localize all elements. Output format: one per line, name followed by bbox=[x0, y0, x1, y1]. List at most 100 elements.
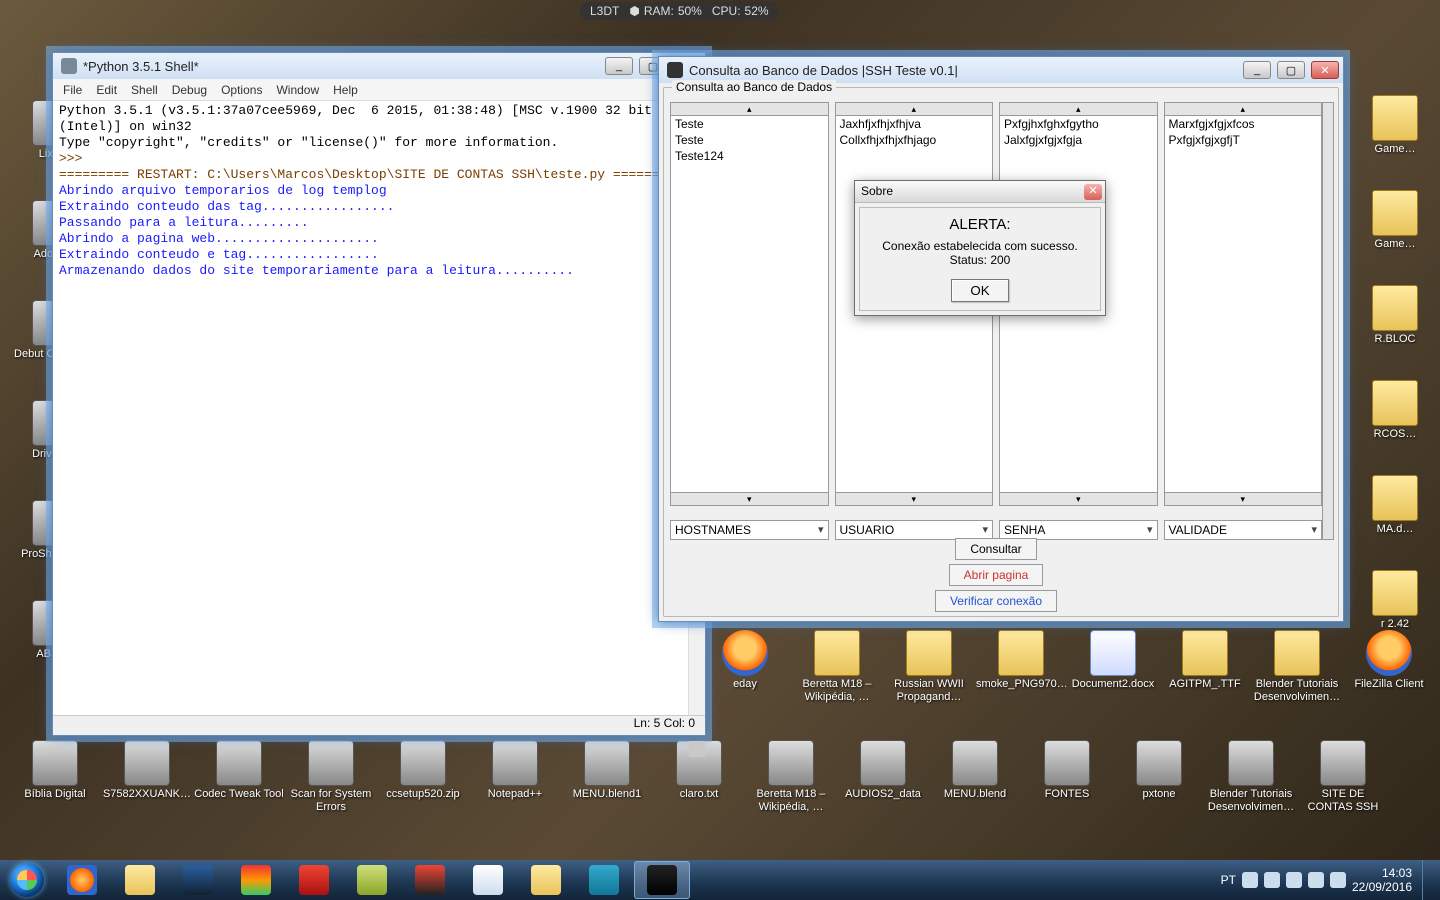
taskbar-item-explorer[interactable] bbox=[112, 861, 168, 899]
list-item[interactable]: Jalxfgjxfgjxfgja bbox=[1000, 132, 1157, 148]
desktop-icon[interactable]: S7582XXUANK… bbox=[102, 740, 192, 801]
list-item[interactable]: Teste bbox=[671, 132, 828, 148]
taskbar-item-app1[interactable] bbox=[402, 861, 458, 899]
scroll-down-icon[interactable]: ▾ bbox=[999, 492, 1158, 506]
taskbar-item-filezilla[interactable] bbox=[286, 861, 342, 899]
desktop-icon[interactable]: Beretta M18 – Wikipédia, … bbox=[792, 630, 882, 704]
desktop-icon[interactable]: Game… bbox=[1350, 190, 1440, 251]
list-item[interactable]: PxfgjxfgjxgfjT bbox=[1165, 132, 1322, 148]
desktop-icon[interactable]: R.BLOC bbox=[1350, 285, 1440, 346]
menu-help[interactable]: Help bbox=[333, 83, 358, 97]
list-item[interactable]: Marxfgjxfgjxfcos bbox=[1165, 116, 1322, 132]
desktop-icon[interactable]: Game… bbox=[1350, 95, 1440, 156]
ram-chip: ⬢ RAM: 50% bbox=[629, 4, 702, 18]
hostnames-list[interactable]: TesteTesteTeste124 bbox=[670, 116, 829, 492]
taskbar-item-telegram[interactable] bbox=[576, 861, 632, 899]
minimize-button[interactable]: _ bbox=[605, 57, 633, 75]
menu-window[interactable]: Window bbox=[276, 83, 319, 97]
system-tray[interactable]: PT 14:03 22/09/2016 bbox=[1213, 860, 1440, 900]
tray-icon[interactable] bbox=[1308, 872, 1324, 888]
ok-button[interactable]: OK bbox=[951, 279, 1008, 302]
tray-icon[interactable] bbox=[1242, 872, 1258, 888]
list-item[interactable]: Teste bbox=[671, 116, 828, 132]
maximize-button[interactable]: ▢ bbox=[1277, 61, 1305, 79]
scroll-down-icon[interactable]: ▾ bbox=[670, 492, 829, 506]
desktop-icon[interactable]: Bíblia Digital bbox=[10, 740, 100, 801]
list-item[interactable]: Pxfgjhxfghxfgytho bbox=[1000, 116, 1157, 132]
taskbar-item-pyidle[interactable] bbox=[460, 861, 516, 899]
desktop-icon[interactable]: AGITPM_.TTF bbox=[1160, 630, 1250, 691]
combo-validade[interactable]: VALIDADE bbox=[1164, 520, 1323, 540]
taskbar[interactable]: PT 14:03 22/09/2016 bbox=[0, 860, 1440, 900]
abrir-pagina-button[interactable]: Abrir pagina bbox=[949, 564, 1044, 586]
desktop-icon[interactable]: MENU.blend bbox=[930, 740, 1020, 801]
desktop-icon[interactable]: r 2.42 bbox=[1350, 570, 1440, 631]
scroll-up-icon[interactable]: ▴ bbox=[670, 102, 829, 116]
scroll-down-icon[interactable]: ▾ bbox=[835, 492, 994, 506]
desktop-icon[interactable]: SITE DE CONTAS SSH bbox=[1298, 740, 1388, 814]
desktop-icon[interactable]: smoke_PNG970… bbox=[976, 630, 1066, 691]
desktop-icon[interactable]: Document2.docx bbox=[1068, 630, 1158, 691]
desktop-icon[interactable]: Notepad++ bbox=[470, 740, 560, 801]
desktop-icon[interactable]: Scan for System Errors bbox=[286, 740, 376, 814]
menu-debug[interactable]: Debug bbox=[172, 83, 207, 97]
desktop-icon[interactable]: AUDIOS2_data bbox=[838, 740, 928, 801]
tray-icon[interactable] bbox=[1330, 872, 1346, 888]
verificar-conexao-button[interactable]: Verificar conexão bbox=[935, 590, 1057, 612]
ssh-app-window[interactable]: Consulta ao Banco de Dados |SSH Teste v0… bbox=[658, 56, 1344, 622]
desktop-icon[interactable]: Russian WWII Propagand… bbox=[884, 630, 974, 704]
list-item[interactable]: Collxfhjxfhjxfhjago bbox=[836, 132, 993, 148]
menu-file[interactable]: File bbox=[63, 83, 82, 97]
menu-shell[interactable]: Shell bbox=[131, 83, 158, 97]
taskbar-item-launcher[interactable] bbox=[228, 861, 284, 899]
close-button[interactable]: ✕ bbox=[1311, 61, 1339, 79]
idle-titlebar[interactable]: *Python 3.5.1 Shell* _ ▢ ✕ bbox=[53, 53, 705, 79]
tray-clock[interactable]: 14:03 22/09/2016 bbox=[1352, 866, 1412, 894]
taskbar-item-folder[interactable] bbox=[518, 861, 574, 899]
consultar-button[interactable]: Consultar bbox=[955, 538, 1036, 560]
idle-menubar[interactable]: File Edit Shell Debug Options Window Help bbox=[53, 79, 705, 101]
combo-hostnames[interactable]: HOSTNAMES bbox=[670, 520, 829, 540]
combo-senha[interactable]: SENHA bbox=[999, 520, 1158, 540]
desktop-icon[interactable]: MA.d… bbox=[1350, 475, 1440, 536]
alert-dialog[interactable]: Sobre ✕ ALERTA: Conexão estabelecida com… bbox=[854, 180, 1106, 316]
desktop-icon[interactable]: Blender Tutoriais Desenvolvimen… bbox=[1252, 630, 1342, 704]
tray-icon[interactable] bbox=[1264, 872, 1280, 888]
desktop-icon[interactable]: FONTES bbox=[1022, 740, 1112, 801]
folder-icon bbox=[1372, 190, 1418, 236]
menu-edit[interactable]: Edit bbox=[96, 83, 117, 97]
close-icon[interactable]: ✕ bbox=[1084, 184, 1102, 200]
menu-options[interactable]: Options bbox=[221, 83, 262, 97]
desktop-icon[interactable]: Beretta M18 – Wikipédia, … bbox=[746, 740, 836, 814]
desktop-icon[interactable]: ccsetup520.zip bbox=[378, 740, 468, 801]
file-icon bbox=[768, 740, 814, 786]
group-scrollbar[interactable] bbox=[1322, 102, 1334, 540]
scroll-up-icon[interactable]: ▴ bbox=[1164, 102, 1323, 116]
desktop-icon[interactable]: FileZilla Client bbox=[1344, 630, 1434, 691]
combo-usuario[interactable]: USUARIO bbox=[835, 520, 994, 540]
desktop-icon[interactable]: Codec Tweak Tool bbox=[194, 740, 284, 801]
desktop-icon[interactable]: RCOS… bbox=[1350, 380, 1440, 441]
desktop-icon[interactable]: eday bbox=[700, 630, 790, 691]
desktop-icon[interactable]: pxtone bbox=[1114, 740, 1204, 801]
dialog-titlebar[interactable]: Sobre ✕ bbox=[855, 181, 1105, 203]
taskbar-item-notepadpp[interactable] bbox=[344, 861, 400, 899]
minimize-button[interactable]: _ bbox=[1243, 61, 1271, 79]
list-item[interactable]: Jaxhfjxfhjxfhjva bbox=[836, 116, 993, 132]
scroll-down-icon[interactable]: ▾ bbox=[1164, 492, 1323, 506]
tray-lang[interactable]: PT bbox=[1221, 873, 1236, 887]
validade-list[interactable]: MarxfgjxfgjxfcosPxfgjxfgjxgfjT bbox=[1164, 116, 1323, 492]
show-desktop-button[interactable] bbox=[1422, 860, 1432, 900]
taskbar-item-cmd[interactable] bbox=[634, 861, 690, 899]
list-item[interactable]: Teste124 bbox=[671, 148, 828, 164]
start-button[interactable] bbox=[0, 860, 54, 900]
scroll-up-icon[interactable]: ▴ bbox=[835, 102, 994, 116]
taskbar-item-ccleaner[interactable] bbox=[170, 861, 226, 899]
taskbar-item-firefox[interactable] bbox=[54, 861, 110, 899]
scroll-up-icon[interactable]: ▴ bbox=[999, 102, 1158, 116]
python-idle-window[interactable]: *Python 3.5.1 Shell* _ ▢ ✕ File Edit Shell… bbox=[52, 52, 706, 736]
desktop-icon[interactable]: MENU.blend1 bbox=[562, 740, 652, 801]
desktop-icon[interactable]: Blender Tutoriais Desenvolvimen… bbox=[1206, 740, 1296, 814]
idle-output[interactable]: Python 3.5.1 (v3.5.1:37a07cee5969, Dec 6… bbox=[53, 101, 705, 715]
tray-icon[interactable] bbox=[1286, 872, 1302, 888]
